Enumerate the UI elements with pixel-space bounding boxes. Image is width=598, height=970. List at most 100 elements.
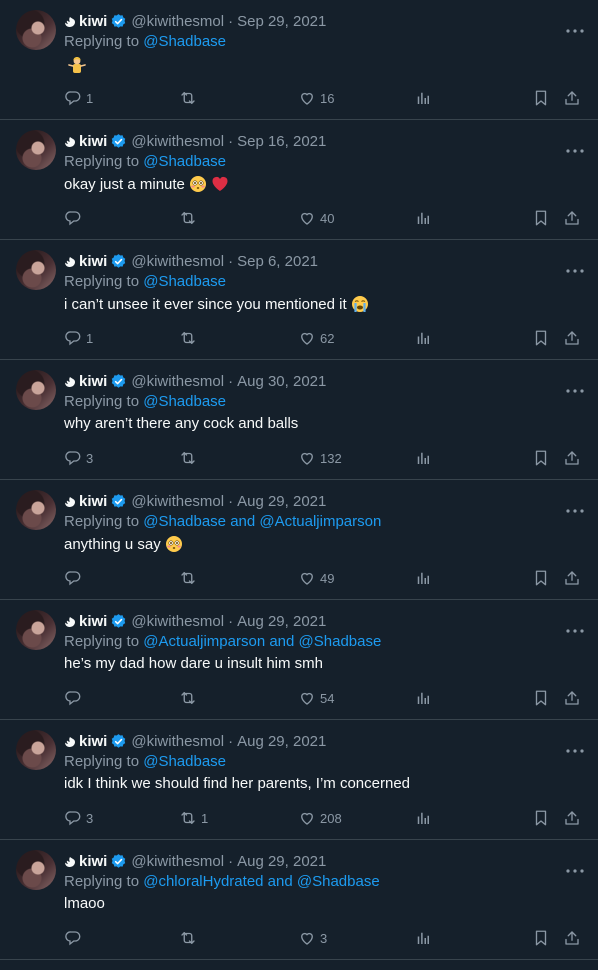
reply-button[interactable]: 1 [64,328,93,348]
user-handle[interactable]: @kiwithesmol [131,613,224,630]
mention-link[interactable]: @chloralHydrated [143,873,263,890]
bookmark-button[interactable] [532,688,550,708]
tweet[interactable]: kiwi @kiwithesmol · Aug 29, 2021 Replying to… [0,600,598,720]
user-handle[interactable]: @kiwithesmol [131,493,224,510]
more-options-icon[interactable] [566,20,584,33]
share-button[interactable] [563,448,581,468]
reply-button[interactable] [64,928,86,948]
bookmark-button[interactable] [532,928,550,948]
bookmark-button[interactable] [532,208,550,228]
reply-button[interactable] [64,688,86,708]
display-name[interactable]: kiwi [79,493,107,510]
retweet-button[interactable] [179,328,201,348]
retweet-button[interactable] [179,928,201,948]
tweet[interactable]: kiwi @kiwithesmol · Aug 29, 2021 Replying to… [0,480,598,600]
retweet-button[interactable] [179,208,201,228]
tweet-date[interactable]: Aug 29, 2021 [237,613,326,630]
mention-link[interactable]: @Shadbase [143,273,226,290]
mention-link[interactable]: @Shadbase [143,33,226,50]
mention-link[interactable]: @Shadbase [297,873,380,890]
user-handle[interactable]: @kiwithesmol [131,733,224,750]
like-button[interactable]: 62 [298,328,334,348]
like-button[interactable]: 132 [298,448,342,468]
tweet-date[interactable]: Sep 6, 2021 [237,253,318,270]
user-handle[interactable]: @kiwithesmol [131,13,224,30]
more-options-icon[interactable] [566,620,584,633]
user-handle[interactable]: @kiwithesmol [131,373,224,390]
reply-button[interactable] [64,208,86,228]
tweet[interactable]: kiwi @kiwithesmol · Aug 29, 2021 Replying to… [0,840,598,960]
share-button[interactable] [563,928,581,948]
tweet-date[interactable]: Sep 16, 2021 [237,133,326,150]
like-button[interactable]: 49 [298,568,334,588]
more-options-icon[interactable] [566,740,584,753]
share-button[interactable] [563,328,581,348]
retweet-button[interactable]: 1 [179,808,208,828]
avatar[interactable] [16,850,56,890]
views-button[interactable] [414,88,432,108]
views-button[interactable] [414,448,432,468]
tweet[interactable]: kiwi @kiwithesmol · Aug 29, 2021 Replying to… [0,720,598,840]
avatar[interactable] [16,370,56,410]
share-button[interactable] [563,208,581,228]
retweet-button[interactable] [179,88,201,108]
like-button[interactable]: 54 [298,688,334,708]
like-button[interactable]: 16 [298,88,334,108]
avatar[interactable] [16,490,56,530]
like-button[interactable]: 208 [298,808,342,828]
tweet[interactable]: kiwi @kiwithesmol · Sep 29, 2021 Replying to… [0,0,598,120]
bookmark-button[interactable] [532,568,550,588]
more-options-icon[interactable] [566,500,584,513]
views-button[interactable] [414,208,432,228]
share-button[interactable] [563,688,581,708]
views-button[interactable] [414,928,432,948]
tweet[interactable]: kiwi @kiwithesmol · Sep 6, 2021 Replying to … [0,240,598,360]
mention-link[interactable]: @Actualjimparson [259,513,381,530]
display-name[interactable]: kiwi [79,613,107,630]
bookmark-button[interactable] [532,448,550,468]
user-handle[interactable]: @kiwithesmol [131,253,224,270]
more-options-icon[interactable] [566,260,584,273]
tweet-date[interactable]: Aug 30, 2021 [237,373,326,390]
views-button[interactable] [414,688,432,708]
display-name[interactable]: kiwi [79,133,107,150]
tweet[interactable]: kiwi @kiwithesmol · Aug 30, 2021 Replying to… [0,360,598,480]
more-options-icon[interactable] [566,380,584,393]
bookmark-button[interactable] [532,328,550,348]
avatar[interactable] [16,730,56,770]
mention-link[interactable]: @Shadbase [143,153,226,170]
avatar[interactable] [16,130,56,170]
reply-button[interactable] [64,568,86,588]
retweet-button[interactable] [179,448,201,468]
share-button[interactable] [563,568,581,588]
display-name[interactable]: kiwi [79,733,107,750]
retweet-button[interactable] [179,568,201,588]
like-button[interactable]: 40 [298,208,334,228]
reply-button[interactable]: 1 [64,88,93,108]
user-handle[interactable]: @kiwithesmol [131,853,224,870]
tweet-date[interactable]: Aug 29, 2021 [237,493,326,510]
views-button[interactable] [414,568,432,588]
avatar[interactable] [16,10,56,50]
mention-link[interactable]: @Shadbase [299,633,382,650]
reply-button[interactable]: 3 [64,808,93,828]
avatar[interactable] [16,610,56,650]
mention-link[interactable]: @Actualjimparson [143,633,265,650]
reply-button[interactable]: 3 [64,448,93,468]
mention-link[interactable]: @Shadbase [143,753,226,770]
share-button[interactable] [563,88,581,108]
views-button[interactable] [414,808,432,828]
views-button[interactable] [414,328,432,348]
display-name[interactable]: kiwi [79,253,107,270]
display-name[interactable]: kiwi [79,373,107,390]
bookmark-button[interactable] [532,88,550,108]
tweet-date[interactable]: Aug 29, 2021 [237,733,326,750]
bookmark-button[interactable] [532,808,550,828]
mention-link[interactable]: @Shadbase [143,393,226,410]
display-name[interactable]: kiwi [79,853,107,870]
display-name[interactable]: kiwi [79,13,107,30]
more-options-icon[interactable] [566,860,584,873]
tweet-date[interactable]: Sep 29, 2021 [237,13,326,30]
tweet-date[interactable]: Aug 29, 2021 [237,853,326,870]
share-button[interactable] [563,808,581,828]
